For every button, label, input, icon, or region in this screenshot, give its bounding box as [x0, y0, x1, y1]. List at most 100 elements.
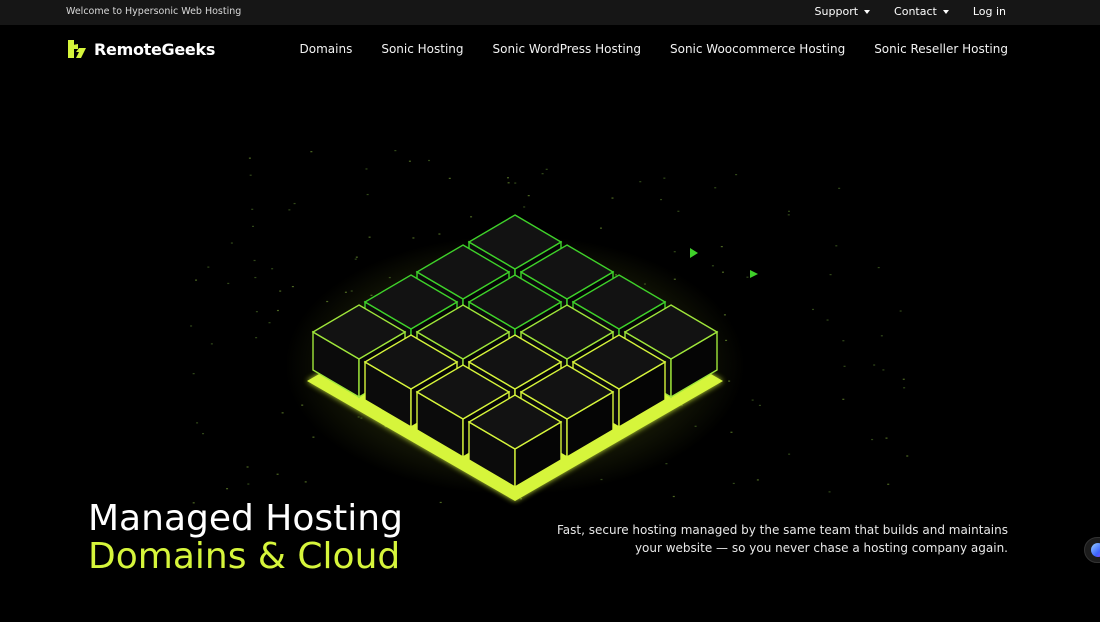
- particle-dot: [210, 343, 213, 345]
- particle-dot: [735, 174, 738, 176]
- particle-dot: [439, 501, 442, 504]
- particle-dot: [368, 236, 371, 238]
- particle-dot: [843, 365, 846, 367]
- hero-title: Managed Hosting Domains & Cloud: [88, 500, 403, 576]
- chevron-down-icon: [864, 10, 871, 14]
- nav-item-sonic-wordpress-hosting[interactable]: Sonic WordPress Hosting: [493, 42, 641, 56]
- particle-dot: [871, 438, 874, 441]
- particle-dot: [514, 182, 517, 184]
- particle-dot: [714, 187, 717, 189]
- support-label: Support: [814, 5, 859, 18]
- particle-dot: [788, 453, 791, 455]
- particle-dot: [838, 187, 841, 189]
- brand-name: RemoteGeeks: [94, 39, 216, 59]
- particle-dot: [751, 399, 754, 401]
- particle-dot: [672, 495, 675, 498]
- login-label: Log in: [972, 5, 1006, 18]
- particle-dot: [903, 387, 906, 389]
- particle-dot: [541, 173, 544, 175]
- support-menu[interactable]: Support: [814, 5, 871, 18]
- particle-dot: [880, 335, 883, 337]
- particle-dot: [882, 369, 885, 371]
- particle-dot: [677, 210, 680, 212]
- particle-dot: [720, 246, 723, 248]
- contact-label: Contact: [894, 5, 937, 18]
- particle-dot: [470, 216, 473, 218]
- particle-dot: [673, 251, 676, 253]
- particle-dot: [276, 473, 279, 475]
- logo[interactable]: RemoteGeeks: [66, 38, 215, 60]
- particle-dot: [523, 206, 526, 208]
- particle-dot: [291, 286, 294, 288]
- particle-dot: [660, 198, 663, 201]
- particle-dot: [230, 242, 233, 244]
- particle-dot: [268, 322, 271, 324]
- main-nav: RemoteGeeks Domains Sonic Hosting Sonic …: [0, 25, 1100, 75]
- particle-dot: [877, 266, 880, 269]
- particle-dot: [438, 233, 441, 235]
- particle-dot: [787, 214, 790, 216]
- chat-widget-button[interactable]: [1084, 537, 1100, 563]
- particle-dot: [826, 319, 829, 321]
- particle-dot: [730, 431, 733, 433]
- contact-menu[interactable]: Contact: [894, 5, 949, 18]
- arrow-glyph: [690, 248, 698, 258]
- particle-dot: [842, 340, 845, 342]
- particle-dot: [202, 433, 205, 435]
- particle-dot: [312, 436, 315, 438]
- particle-dot: [746, 276, 749, 278]
- chevron-down-icon: [942, 10, 949, 14]
- particle-dot: [527, 195, 530, 197]
- particle-dot: [253, 259, 256, 262]
- particle-dot: [249, 174, 252, 176]
- nav-item-sonic-woocommerce-hosting[interactable]: Sonic Woocommerce Hosting: [670, 42, 845, 56]
- particle-dot: [248, 157, 251, 159]
- particle-dot: [276, 309, 279, 312]
- particle-dot: [448, 177, 451, 179]
- particle-dot: [279, 290, 282, 292]
- particle-dot: [639, 181, 642, 183]
- particle-dot: [310, 151, 313, 153]
- particle-dot: [196, 422, 199, 424]
- particle-dot: [207, 266, 210, 268]
- particle-dot: [828, 491, 831, 493]
- welcome-text: Welcome to Hypersonic Web Hosting: [66, 6, 242, 17]
- top-links: Support Contact Log in: [815, 5, 1006, 18]
- particle-dot: [226, 488, 229, 490]
- particle-dot: [247, 483, 250, 485]
- particle-dot: [873, 364, 876, 366]
- particle-dot: [412, 237, 415, 239]
- particle-dot: [507, 182, 510, 184]
- particle-dot: [899, 310, 902, 312]
- arrow-glyph: [750, 270, 758, 278]
- nav-item-sonic-hosting[interactable]: Sonic Hosting: [381, 42, 463, 56]
- particle-dot: [252, 225, 255, 227]
- particle-dot: [255, 311, 258, 313]
- particle-dot: [711, 265, 714, 267]
- particle-dot: [787, 210, 790, 212]
- particle-dot: [271, 268, 274, 270]
- nav-item-sonic-reseller-hosting[interactable]: Sonic Reseller Hosting: [874, 42, 1008, 56]
- particle-dot: [599, 227, 602, 229]
- top-bar: Welcome to Hypersonic Web Hosting Suppor…: [0, 0, 1100, 25]
- particle-dot: [227, 282, 230, 285]
- particle-dot: [195, 279, 198, 281]
- particle-dot: [663, 177, 666, 179]
- nav-item-domains[interactable]: Domains: [300, 42, 353, 56]
- particle-dot: [611, 197, 614, 199]
- particle-dot: [506, 177, 509, 179]
- particle-dot: [366, 193, 369, 196]
- particle-dot: [288, 209, 291, 211]
- chat-icon: [1091, 543, 1100, 557]
- particle-dot: [192, 373, 195, 375]
- particle-dot: [354, 258, 357, 260]
- particle-dot: [758, 404, 761, 407]
- login-link[interactable]: Log in: [973, 5, 1006, 18]
- particle-dot: [829, 274, 832, 276]
- particle-dot: [812, 308, 815, 311]
- particle-dot: [835, 245, 838, 247]
- particle-dot: [520, 498, 523, 500]
- particle-dot: [255, 337, 258, 339]
- particle-dot: [665, 463, 668, 465]
- hero-description: Fast, secure hosting managed by the same…: [556, 523, 1008, 555]
